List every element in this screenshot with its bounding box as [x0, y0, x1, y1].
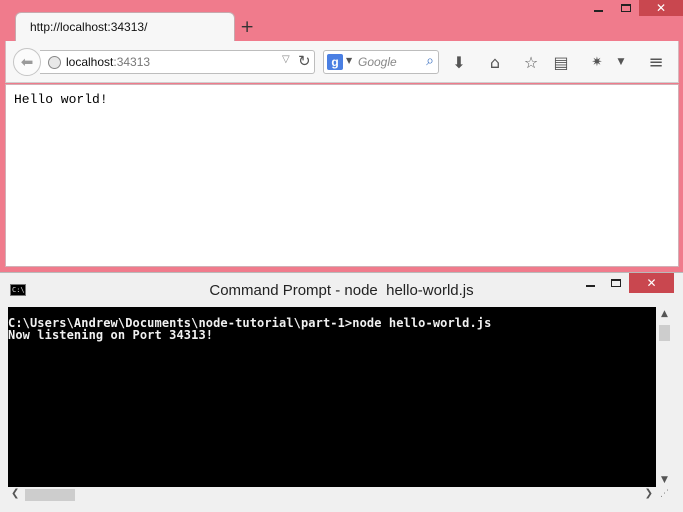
- console-output[interactable]: C:\Users\Andrew\Documents\node-tutorial\…: [8, 307, 656, 487]
- search-placeholder: Google: [358, 55, 397, 69]
- globe-icon: [48, 56, 61, 69]
- minimize-button[interactable]: [577, 273, 603, 293]
- new-tab-button[interactable]: +: [240, 17, 254, 37]
- browser-tab[interactable]: http://localhost:34313/: [15, 12, 235, 42]
- cmd-window-controls: ✕: [577, 273, 674, 293]
- page-text: Hello world!: [14, 92, 108, 107]
- bookmark-star-icon[interactable]: ☆: [519, 50, 543, 74]
- minimize-icon: [585, 285, 595, 287]
- back-arrow-icon: ⬅: [20, 53, 34, 71]
- search-engine-dropdown-icon[interactable]: ▼: [346, 56, 352, 65]
- scroll-up-icon[interactable]: ▲: [657, 309, 672, 319]
- maximize-button[interactable]: [612, 0, 639, 16]
- url-port: :34313: [113, 55, 151, 69]
- console-line: Now listening on Port 34313!: [8, 328, 214, 342]
- close-button[interactable]: ✕: [629, 273, 674, 293]
- menu-icon[interactable]: ≡: [644, 50, 668, 74]
- close-button[interactable]: ✕: [639, 0, 683, 16]
- minimize-icon: [594, 10, 603, 12]
- dropdown-icon[interactable]: ▽: [282, 54, 290, 65]
- google-logo-icon[interactable]: g: [327, 54, 343, 70]
- scroll-right-icon[interactable]: ❯: [645, 488, 653, 499]
- scroll-down-icon[interactable]: ▼: [657, 475, 672, 485]
- scroll-thumb[interactable]: [25, 489, 75, 501]
- back-button[interactable]: ⬅: [13, 48, 41, 76]
- extension-dropdown-icon[interactable]: ▼: [609, 50, 633, 74]
- horizontal-scrollbar[interactable]: ❮ ❯: [8, 487, 656, 503]
- search-bar[interactable]: g ▼ Google ⌕: [323, 50, 439, 74]
- minimize-button[interactable]: [585, 0, 612, 16]
- close-icon: ✕: [655, 1, 667, 15]
- browser-window-controls: ✕: [585, 0, 683, 16]
- tab-title: http://localhost:34313/: [30, 20, 148, 34]
- scroll-thumb[interactable]: [659, 325, 670, 341]
- command-prompt-window: C:\ Command Prompt - node hello-world.js…: [0, 272, 683, 512]
- page-content: Hello world!: [5, 84, 679, 267]
- scroll-left-icon[interactable]: ❮: [11, 488, 19, 499]
- url-bar[interactable]: localhost:34313 ▽ ↻: [40, 50, 315, 74]
- home-icon[interactable]: ⌂: [483, 50, 507, 74]
- reading-list-icon[interactable]: ▤: [549, 50, 573, 74]
- close-icon: ✕: [646, 276, 657, 290]
- maximize-button[interactable]: [603, 273, 629, 293]
- maximize-icon: [611, 279, 621, 287]
- vertical-scrollbar[interactable]: ▲ ▼: [657, 307, 672, 487]
- url-host: localhost: [66, 55, 114, 69]
- navigation-toolbar: localhost:34313 ▽ ↻ ⬅ g ▼ Google ⌕ ⬇ ⌂ ☆…: [5, 41, 679, 83]
- resize-grip-icon[interactable]: ⋰: [660, 489, 669, 499]
- maximize-icon: [620, 4, 631, 12]
- reload-icon[interactable]: ↻: [298, 52, 311, 70]
- url-text: localhost:34313: [66, 55, 150, 69]
- extension-icon[interactable]: ✷: [585, 50, 609, 74]
- browser-window: ✕ http://localhost:34313/ + localhost:34…: [0, 0, 683, 272]
- download-icon[interactable]: ⬇: [447, 50, 471, 74]
- search-icon[interactable]: ⌕: [426, 53, 434, 69]
